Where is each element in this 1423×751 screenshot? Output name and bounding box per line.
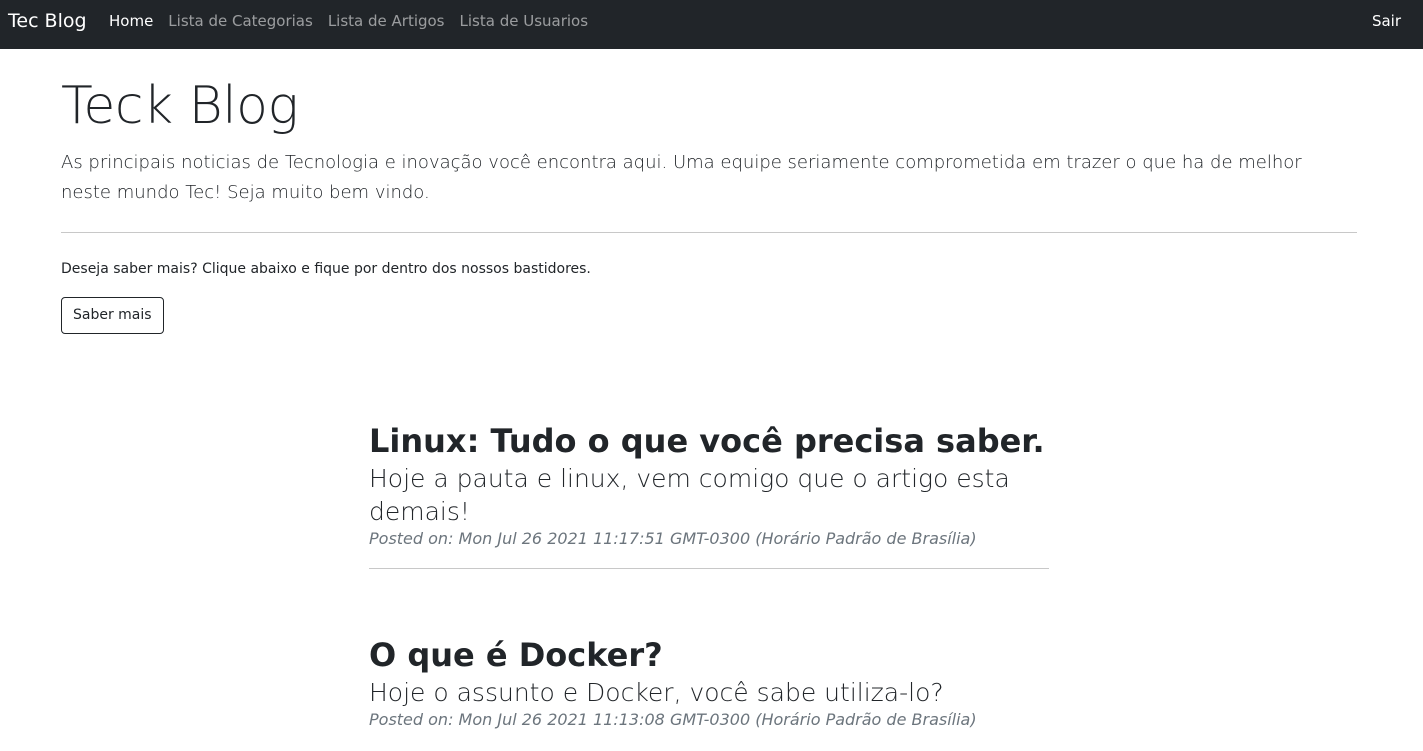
post-meta: Posted on: Mon Jul 26 2021 11:13:08 GMT-… [369, 710, 977, 729]
nav-link-home[interactable]: Home [109, 12, 153, 30]
saber-mais-button[interactable]: Saber mais [61, 297, 164, 334]
nav-link-categorias[interactable]: Lista de Categorias [168, 12, 313, 30]
post-title[interactable]: Linux: Tudo o que você precisa saber. [369, 420, 1049, 462]
post-divider [369, 568, 1049, 569]
brand-link[interactable]: Tec Blog [8, 10, 87, 32]
post-preview[interactable]: Linux: Tudo o que você precisa saber. Ho… [369, 420, 1049, 569]
hero-lead: As principais noticias de Tecnologia e i… [61, 152, 1302, 203]
post-preview[interactable]: O que é Docker? Hoje o assunto e Docker,… [369, 634, 1049, 731]
post-title[interactable]: O que é Docker? [369, 634, 1049, 676]
navbar: Tec Blog Home Lista de Categorias Lista … [0, 0, 1423, 49]
post-subtitle[interactable]: Hoje o assunto e Docker, você sabe utili… [369, 676, 1029, 709]
nav-links: Home Lista de Categorias Lista de Artigo… [109, 12, 588, 30]
logout-link[interactable]: Sair [1372, 12, 1401, 30]
nav-link-artigos[interactable]: Lista de Artigos [328, 12, 445, 30]
post-subtitle[interactable]: Hoje a pauta e linux, vem comigo que o a… [369, 462, 1029, 528]
post-meta: Posted on: Mon Jul 26 2021 11:17:51 GMT-… [369, 529, 977, 548]
page-title: Teck Blog [61, 76, 299, 136]
nav-link-usuarios[interactable]: Lista de Usuarios [460, 12, 589, 30]
hero-divider [61, 232, 1357, 233]
hero-info-text: Deseja saber mais? Clique abaixo e fique… [61, 261, 591, 277]
